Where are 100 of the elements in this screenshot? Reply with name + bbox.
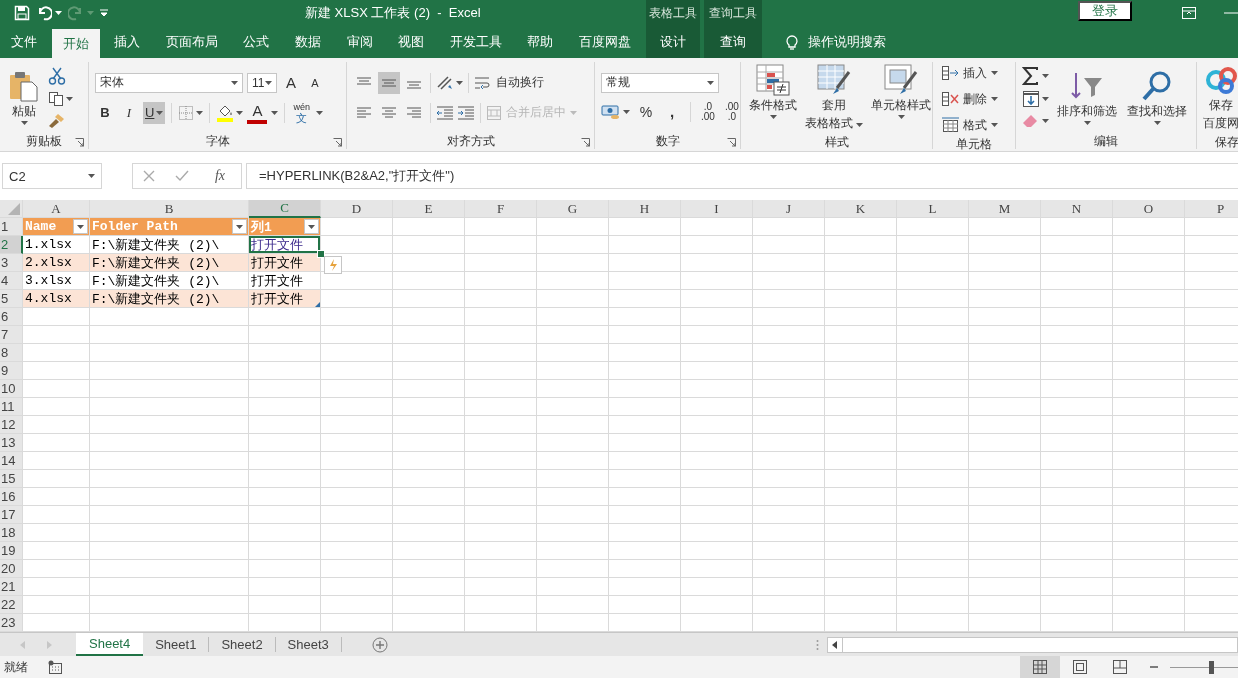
- row-header[interactable]: 8: [0, 344, 23, 362]
- row-header[interactable]: 23: [0, 614, 23, 632]
- macro-record-icon[interactable]: [48, 660, 62, 674]
- column-header[interactable]: P: [1185, 200, 1238, 218]
- row-header[interactable]: 1: [0, 218, 23, 236]
- decrease-decimal-button[interactable]: .00 .0: [722, 101, 741, 122]
- sheet-tab[interactable]: Sheet2: [209, 637, 276, 652]
- column-header[interactable]: A: [23, 200, 90, 218]
- row-header[interactable]: 18: [0, 524, 23, 542]
- filter-button[interactable]: [304, 219, 319, 234]
- column-header[interactable]: L: [897, 200, 969, 218]
- font-style-button[interactable]: B: [95, 101, 115, 124]
- hyperlink-cell[interactable]: 打开文件: [249, 236, 321, 254]
- paintbrush-icon[interactable]: [48, 112, 66, 129]
- paste-button[interactable]: 粘贴: [6, 68, 42, 127]
- tell-me-search[interactable]: 操作说明搜索: [808, 33, 886, 51]
- customize-icon[interactable]: [100, 9, 108, 17]
- font-size-field[interactable]: 11: [247, 72, 277, 93]
- column-header[interactable]: B: [90, 200, 249, 218]
- column-header[interactable]: K: [825, 200, 897, 218]
- sheet-tab[interactable]: Sheet1: [143, 637, 210, 652]
- undo-icon[interactable]: [36, 5, 52, 21]
- sheet-tab[interactable]: Sheet3: [275, 637, 342, 652]
- table-resize-handle[interactable]: [315, 302, 320, 307]
- ribbon-tab[interactable]: 查询: [704, 26, 762, 58]
- row-header[interactable]: 16: [0, 488, 23, 506]
- orientation-icon[interactable]: [436, 74, 454, 91]
- column-header[interactable]: G: [537, 200, 609, 218]
- column-header[interactable]: O: [1113, 200, 1185, 218]
- filter-button[interactable]: [73, 219, 88, 234]
- shrink-font-button[interactable]: A: [305, 71, 325, 94]
- grow-font-button[interactable]: A: [281, 71, 301, 94]
- row-header[interactable]: 7: [0, 326, 23, 344]
- hyperlink-cell[interactable]: 打开文件: [249, 254, 321, 272]
- add-sheet-icon[interactable]: [371, 636, 388, 653]
- hyperlink-cell[interactable]: 打开文件: [249, 290, 321, 308]
- lightbulb-icon[interactable]: [786, 33, 798, 51]
- formula-field[interactable]: =HYPERLINK(B2&A2,"打开文件"): [246, 163, 1238, 189]
- sheet-tab[interactable]: Sheet4: [76, 633, 144, 656]
- ribbon-tab[interactable]: 开始: [51, 29, 100, 58]
- font-style-button[interactable]: U: [143, 101, 166, 124]
- sum-icon[interactable]: [1022, 66, 1040, 85]
- row-header[interactable]: 19: [0, 542, 23, 560]
- column-header[interactable]: E: [393, 200, 465, 218]
- row-header[interactable]: 6: [0, 308, 23, 326]
- row-header[interactable]: 17: [0, 506, 23, 524]
- column-header[interactable]: F: [465, 200, 537, 218]
- sort-filter-button[interactable]: 排序和筛选: [1055, 68, 1119, 127]
- row-header[interactable]: 14: [0, 452, 23, 470]
- row-header[interactable]: 21: [0, 578, 23, 596]
- normal-view-button[interactable]: [1020, 656, 1060, 678]
- ribbon-tab[interactable]: 插入: [103, 26, 152, 58]
- row-header[interactable]: 20: [0, 560, 23, 578]
- ribbon-tab[interactable]: 百度网盘: [567, 26, 642, 58]
- ribbon-tab[interactable]: 数据: [283, 26, 332, 58]
- style-button[interactable]: 套用 表格格式: [803, 62, 866, 134]
- dialog-launcher-icon[interactable]: [581, 138, 590, 147]
- row-header[interactable]: 12: [0, 416, 23, 434]
- cells-button[interactable]: 插入: [941, 62, 998, 84]
- row-header[interactable]: 9: [0, 362, 23, 380]
- increase-decimal-button[interactable]: .0 .00: [699, 101, 717, 122]
- scissors-icon[interactable]: [48, 66, 66, 85]
- insert-function-button[interactable]: fx: [208, 167, 231, 185]
- save-icon[interactable]: [14, 5, 30, 21]
- horizontal-scrollbar[interactable]: [827, 636, 1238, 653]
- ribbon-tab[interactable]: 开发工具: [438, 26, 513, 58]
- column-header[interactable]: I: [681, 200, 753, 218]
- column-header[interactable]: N: [1041, 200, 1113, 218]
- save-to-cloud-button[interactable]: 保存 百度网: [1201, 62, 1238, 134]
- row-header[interactable]: 2: [0, 236, 23, 254]
- ribbon-tab[interactable]: 审阅: [335, 26, 384, 58]
- row-header[interactable]: 3: [0, 254, 23, 272]
- font-color-button[interactable]: A: [247, 101, 268, 124]
- row-header[interactable]: 22: [0, 596, 23, 614]
- vertical-align-button[interactable]: [378, 71, 400, 94]
- dialog-launcher-icon[interactable]: [333, 138, 342, 147]
- fill-down-icon[interactable]: [1022, 89, 1040, 108]
- sign-in-button[interactable]: 登录: [1078, 1, 1132, 21]
- column-header[interactable]: D: [321, 200, 393, 218]
- comma-button[interactable]: ,: [662, 100, 682, 123]
- column-header[interactable]: J: [753, 200, 825, 218]
- find-select-button[interactable]: 查找和选择: [1125, 68, 1189, 127]
- ribbon-display-icon[interactable]: [1182, 7, 1196, 19]
- ribbon-tab[interactable]: 文件: [0, 26, 48, 58]
- ribbon-tab[interactable]: 帮助: [516, 26, 565, 58]
- accounting-icon[interactable]: [601, 103, 621, 120]
- column-header[interactable]: H: [609, 200, 681, 218]
- copy-icon[interactable]: [48, 90, 64, 107]
- cells-button[interactable]: 格式: [941, 114, 998, 136]
- fill-color-icon[interactable]: [216, 103, 235, 122]
- row-header[interactable]: 13: [0, 434, 23, 452]
- fill-handle[interactable]: [317, 250, 325, 258]
- row-header[interactable]: 5: [0, 290, 23, 308]
- cells-button[interactable]: 删除: [941, 88, 998, 110]
- row-header[interactable]: 4: [0, 272, 23, 290]
- zoom-slider-thumb[interactable]: [1208, 660, 1214, 674]
- style-button[interactable]: 单元格样式: [869, 62, 934, 121]
- row-header[interactable]: 10: [0, 380, 23, 398]
- phonetic-button[interactable]: wén 文: [291, 101, 312, 124]
- ribbon-tab[interactable]: 视图: [387, 26, 436, 58]
